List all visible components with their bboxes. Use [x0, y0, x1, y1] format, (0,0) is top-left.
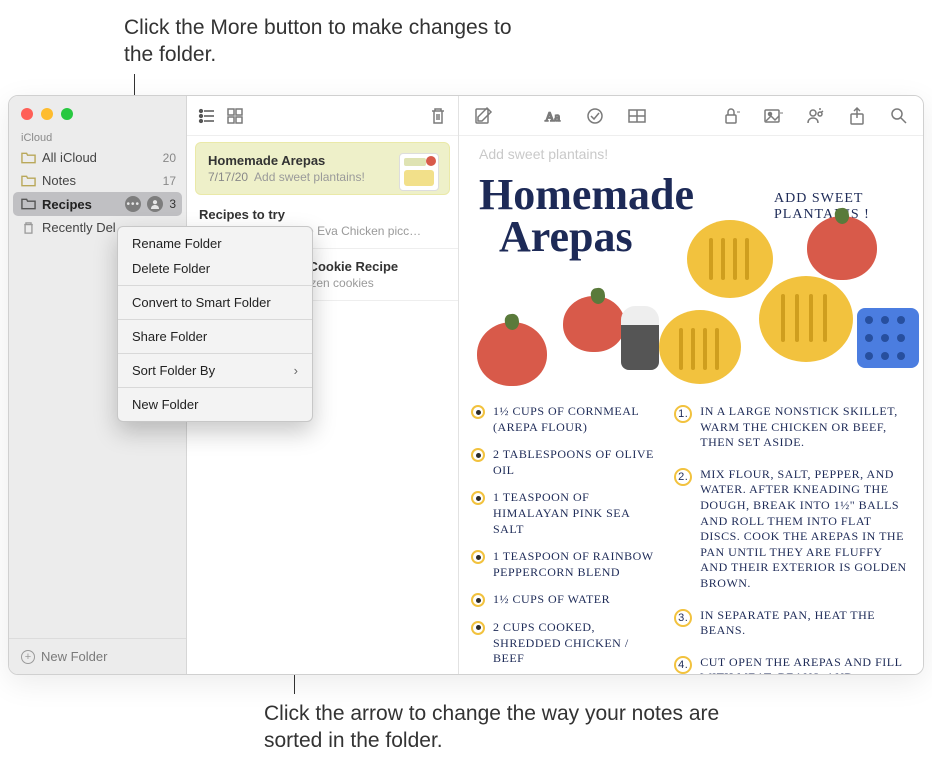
- step-number-icon: 2.: [674, 468, 692, 486]
- step-text: Mix flour, salt, pepper, and water. Afte…: [700, 467, 911, 592]
- folder-name: Recipes: [42, 197, 119, 212]
- gallery-view-button[interactable]: [225, 107, 245, 125]
- folder-icon: [21, 175, 36, 187]
- chevron-right-icon: ›: [294, 363, 298, 378]
- table-button[interactable]: [627, 107, 647, 125]
- steps-column: 1. In a large nonstick skillet, warm the …: [674, 404, 911, 668]
- sidebar-section-label: iCloud: [9, 126, 186, 146]
- delete-note-button[interactable]: [428, 107, 448, 125]
- folder-icon: [21, 198, 36, 210]
- menu-new-folder[interactable]: New Folder: [118, 392, 312, 417]
- doodle-tomato: [807, 216, 877, 280]
- step-text: In a large nonstick skillet, warm the ch…: [700, 404, 911, 451]
- step-number-icon: 1.: [674, 405, 692, 423]
- folder-count: 20: [163, 151, 176, 165]
- doodle-shaker: [621, 306, 659, 370]
- bullet-icon: [471, 593, 485, 607]
- notes-app-window: iCloud All iCloud 20 Notes 17 Recipes ••…: [8, 95, 924, 675]
- step-text: In separate pan, heat the beans.: [700, 608, 911, 639]
- step-number-icon: 4.: [674, 656, 692, 674]
- doodle-tomato: [563, 296, 625, 352]
- media-button[interactable]: [763, 107, 783, 125]
- callout-bottom: Click the arrow to change the way your n…: [264, 700, 764, 755]
- note-editor-pane: Aa Add sweet plantains! Homemade Arepas …: [459, 96, 923, 674]
- zoom-window-button[interactable]: [61, 108, 73, 120]
- doodle-bluebox: [857, 308, 919, 368]
- menu-separator: [118, 353, 312, 354]
- search-button[interactable]: [889, 107, 909, 125]
- doodle-orange: [687, 220, 773, 298]
- folder-count: 3: [169, 197, 176, 211]
- folder-name: Notes: [42, 173, 157, 188]
- step-text: Cut open the arepas and fill with meat, …: [700, 655, 911, 674]
- note-item-homemade-arepas[interactable]: Homemade Arepas 7/17/20Add sweet plantai…: [195, 142, 450, 195]
- collaborate-button[interactable]: [805, 107, 825, 125]
- folder-name: All iCloud: [42, 150, 157, 165]
- menu-rename-folder[interactable]: Rename Folder: [118, 231, 312, 256]
- window-controls: [9, 96, 186, 126]
- bullet-icon: [471, 448, 485, 462]
- menu-delete-folder[interactable]: Delete Folder: [118, 256, 312, 281]
- menu-sort-folder-by[interactable]: Sort Folder By ›: [118, 358, 312, 383]
- minimize-window-button[interactable]: [41, 108, 53, 120]
- note-first-line-ghost: Add sweet plantains!: [479, 146, 608, 162]
- compose-button[interactable]: [473, 107, 493, 125]
- step-number-icon: 3.: [674, 609, 692, 627]
- bullet-icon: [471, 621, 485, 635]
- menu-separator: [118, 285, 312, 286]
- format-button[interactable]: Aa: [543, 107, 563, 125]
- ingredient-text: 2 tablespoons of olive oil: [493, 447, 656, 478]
- menu-item-label: Sort Folder By: [132, 363, 215, 378]
- checklist-button[interactable]: [585, 107, 605, 125]
- note-subtitle: dozen cookies: [297, 276, 446, 290]
- trash-icon: [21, 222, 36, 234]
- note-title: o Cookie Recipe: [297, 259, 446, 274]
- folder-icon: [21, 152, 36, 164]
- doodle-tomato: [477, 322, 547, 386]
- svg-text:Aa: Aa: [545, 109, 560, 124]
- sidebar-new-folder-button[interactable]: + New Folder: [9, 638, 186, 674]
- editor-toolbar: Aa: [459, 96, 923, 136]
- doodle-orange: [659, 310, 741, 384]
- close-window-button[interactable]: [21, 108, 33, 120]
- new-folder-label: New Folder: [41, 649, 107, 664]
- note-title: Recipes to try: [199, 207, 446, 222]
- sidebar-folder-recipes[interactable]: Recipes ••• 3: [13, 192, 182, 216]
- folder-context-menu: Rename Folder Delete Folder Convert to S…: [117, 226, 313, 422]
- bullet-icon: [471, 550, 485, 564]
- note-thumbnail: [399, 153, 439, 191]
- bullet-icon: [471, 491, 485, 505]
- callout-top: Click the More button to make changes to…: [124, 14, 524, 69]
- menu-separator: [118, 387, 312, 388]
- doodle-orange: [759, 276, 853, 362]
- ingredient-text: 1½ cups of water: [493, 592, 610, 608]
- notes-list-toolbar: [187, 96, 458, 136]
- ingredient-text: 2 cups cooked, shredded chicken / beef: [493, 620, 656, 667]
- recipe-content: 1½ cups of cornmeal (arepa flour) 2 tabl…: [471, 404, 911, 668]
- folder-more-button[interactable]: •••: [125, 196, 141, 212]
- list-view-button[interactable]: [197, 107, 217, 125]
- ingredient-text: 1½ cups of cornmeal (arepa flour): [493, 404, 656, 435]
- share-button[interactable]: [847, 107, 867, 125]
- ingredient-text: 1 teaspoon of rainbow peppercorn blend: [493, 549, 656, 580]
- folder-count: 17: [163, 174, 176, 188]
- menu-separator: [118, 319, 312, 320]
- sidebar-folder-all-icloud[interactable]: All iCloud 20: [9, 146, 186, 169]
- doodle-art: [469, 206, 913, 396]
- menu-convert-smart-folder[interactable]: Convert to Smart Folder: [118, 290, 312, 315]
- ingredient-text: 1 teaspoon of Himalayan pink sea salt: [493, 490, 656, 537]
- sidebar-folder-notes[interactable]: Notes 17: [9, 169, 186, 192]
- shared-folder-icon[interactable]: [147, 196, 163, 212]
- menu-share-folder[interactable]: Share Folder: [118, 324, 312, 349]
- lock-button[interactable]: [721, 107, 741, 125]
- bullet-icon: [471, 405, 485, 419]
- note-canvas[interactable]: Add sweet plantains! Homemade Arepas ADD…: [459, 136, 923, 674]
- plus-circle-icon: +: [21, 650, 35, 664]
- ingredients-column: 1½ cups of cornmeal (arepa flour) 2 tabl…: [471, 404, 656, 668]
